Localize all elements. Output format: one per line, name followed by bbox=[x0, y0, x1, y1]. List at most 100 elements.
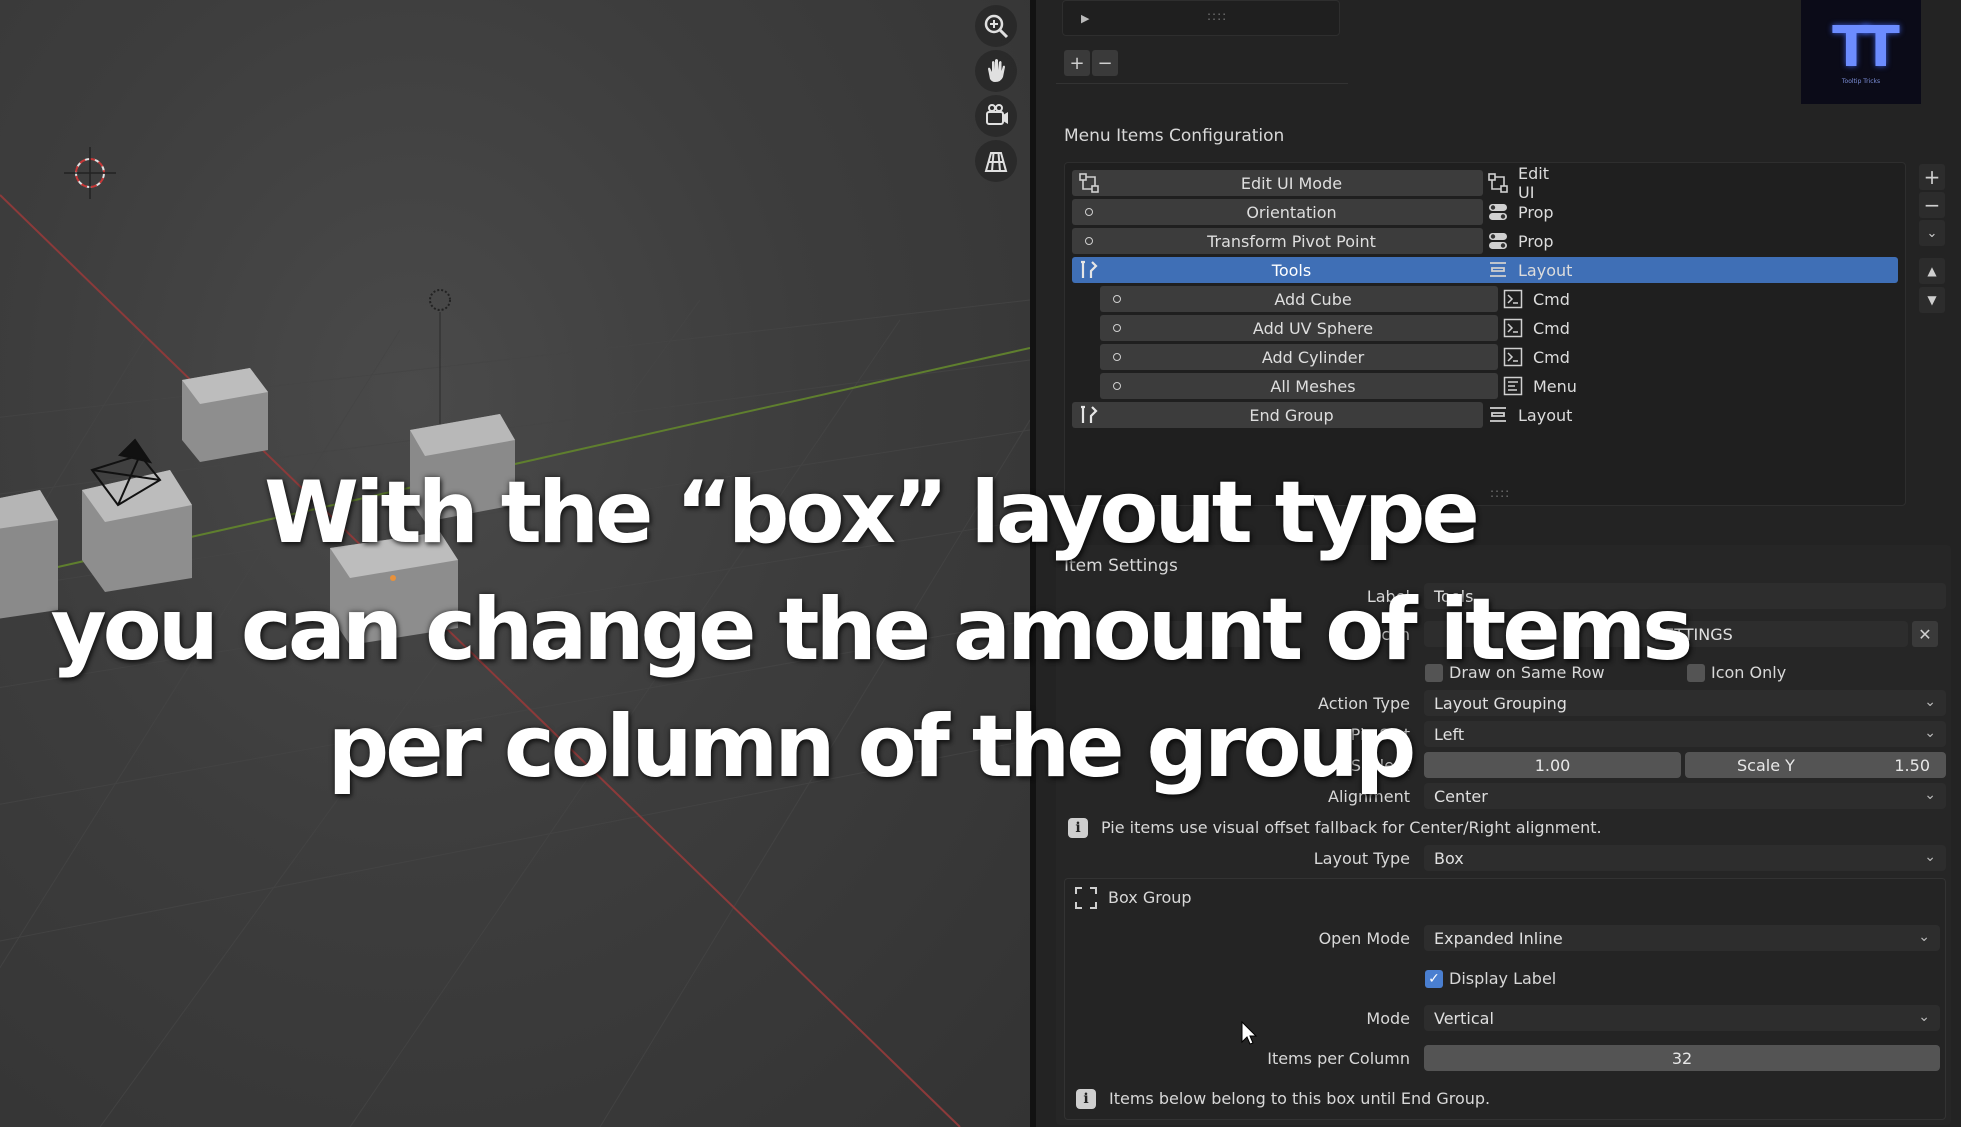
caption-line-1: With the “box” layout type bbox=[264, 463, 1480, 563]
menu-config-title: Menu Items Configuration bbox=[1064, 126, 1285, 146]
tools-icon bbox=[1075, 402, 1103, 428]
logo-subtitle: Tooltip Tricks bbox=[1841, 77, 1881, 85]
menu-item-name[interactable]: Transform Pivot Point bbox=[1072, 228, 1483, 254]
layout-type-dropdown[interactable]: Box ⌄ bbox=[1424, 845, 1946, 871]
menu-item-name[interactable]: Tools bbox=[1072, 257, 1483, 283]
menu-item-name[interactable]: Add Cube bbox=[1100, 286, 1498, 312]
logo-text: TT bbox=[1832, 14, 1900, 80]
layout-icon bbox=[1488, 260, 1518, 280]
radio-dot-icon bbox=[1103, 373, 1131, 399]
menu-item-type-label: Prop bbox=[1518, 202, 1554, 222]
items-per-column-label: Items per Column bbox=[1267, 1049, 1410, 1068]
radio-dot-icon bbox=[1103, 344, 1131, 370]
mode-value: Vertical bbox=[1434, 1008, 1494, 1028]
resize-grip-icon[interactable]: :::: bbox=[1207, 9, 1227, 23]
menu-item-name[interactable]: All Meshes bbox=[1100, 373, 1498, 399]
3d-cursor-icon bbox=[64, 147, 116, 199]
info-icon: i bbox=[1076, 1089, 1096, 1109]
layout-icon bbox=[1488, 405, 1518, 425]
menu-item-type: Layout bbox=[1488, 257, 1572, 283]
video-caption: With the “box” layout type you can chang… bbox=[0, 455, 1740, 806]
chevron-down-icon: ⌄ bbox=[1918, 929, 1930, 945]
clear-icon[interactable]: ✕ bbox=[1912, 621, 1938, 647]
divider bbox=[1056, 83, 1348, 84]
mode-dropdown[interactable]: Vertical ⌄ bbox=[1424, 1005, 1940, 1031]
zoom-icon[interactable] bbox=[975, 5, 1017, 47]
menu-item-name[interactable]: Add Cylinder bbox=[1100, 344, 1498, 370]
top-ui-list[interactable]: ▶ :::: bbox=[1062, 0, 1340, 36]
box-group-title: Box Group bbox=[1108, 888, 1192, 907]
menu-item-type: Prop bbox=[1488, 199, 1554, 225]
menu-item-type: Cmd bbox=[1503, 344, 1570, 370]
chevron-down-icon: ⌄ bbox=[1924, 694, 1936, 710]
chevron-down-icon: ⌄ bbox=[1924, 725, 1936, 741]
console-icon bbox=[1503, 289, 1533, 309]
radio-dot-icon bbox=[1103, 286, 1131, 312]
channel-logo: TT Tooltip Tricks bbox=[1801, 0, 1921, 104]
tree-icon bbox=[1488, 173, 1518, 193]
cube-1 bbox=[182, 368, 268, 462]
display-label-text: Display Label bbox=[1449, 969, 1557, 988]
console-icon bbox=[1503, 318, 1533, 338]
chevron-down-icon: ⌄ bbox=[1918, 1009, 1930, 1025]
radio-dot-icon bbox=[1075, 199, 1103, 225]
menu-item-name[interactable]: Add UV Sphere bbox=[1100, 315, 1498, 341]
menu-item-type: Cmd bbox=[1503, 286, 1570, 312]
menu-item-type: Prop bbox=[1488, 228, 1554, 254]
pie-info-text: Pie items use visual offset fallback for… bbox=[1101, 818, 1602, 837]
add-item-button[interactable]: + bbox=[1919, 164, 1945, 190]
pan-hand-icon[interactable] bbox=[975, 50, 1017, 92]
layout-type-label: Layout Type bbox=[1313, 849, 1410, 868]
caption-line-2: you can change the amount of items bbox=[50, 580, 1694, 680]
toggle-icon bbox=[1488, 231, 1518, 251]
menu-item-type: Menu bbox=[1503, 373, 1577, 399]
menu-item-type: Layout bbox=[1488, 402, 1572, 428]
chevron-down-icon: ⌄ bbox=[1924, 787, 1936, 803]
mode-label: Mode bbox=[1366, 1009, 1410, 1028]
open-mode-dropdown[interactable]: Expanded Inline ⌄ bbox=[1424, 925, 1940, 951]
menu-item-type-label: Layout bbox=[1518, 260, 1573, 280]
menu-item-type: Cmd bbox=[1503, 315, 1570, 341]
box-group-icon bbox=[1075, 887, 1097, 909]
menu-item-type-label: Prop bbox=[1518, 231, 1554, 251]
display-label-checkbox[interactable]: ✓ bbox=[1425, 970, 1443, 988]
menu-item-name[interactable]: Orientation bbox=[1072, 199, 1483, 225]
open-mode-label: Open Mode bbox=[1318, 929, 1410, 948]
menu-item-type-label: Menu bbox=[1533, 376, 1577, 396]
tree-icon bbox=[1075, 170, 1103, 196]
toggle-icon bbox=[1488, 202, 1518, 222]
menu-item-name[interactable]: End Group bbox=[1072, 402, 1483, 428]
open-mode-value: Expanded Inline bbox=[1434, 928, 1563, 948]
radio-dot-icon bbox=[1075, 228, 1103, 254]
box-group-panel bbox=[1064, 878, 1946, 1120]
move-up-button[interactable]: ▲ bbox=[1919, 258, 1945, 284]
tools-icon bbox=[1075, 257, 1103, 283]
remove-item-button[interactable]: − bbox=[1919, 192, 1945, 218]
caption-line-3: per column of the group bbox=[327, 697, 1417, 797]
scale-y-value: 1.50 bbox=[1894, 755, 1930, 775]
info-icon: i bbox=[1068, 818, 1088, 838]
add-list-item-button[interactable]: + bbox=[1064, 50, 1090, 76]
radio-dot-icon bbox=[1103, 315, 1131, 341]
menu-item-type-label: Edit UI bbox=[1518, 164, 1549, 202]
items-per-column-field[interactable]: 32 bbox=[1424, 1045, 1940, 1071]
grid-view-icon[interactable] bbox=[975, 140, 1017, 182]
expand-arrow-icon[interactable]: ▶ bbox=[1081, 12, 1089, 25]
box-info-text: Items below belong to this box until End… bbox=[1109, 1089, 1491, 1108]
remove-list-item-button[interactable]: − bbox=[1092, 50, 1118, 76]
menu-item-type-label: Layout bbox=[1518, 405, 1573, 425]
menu-item-type: Edit UI bbox=[1488, 164, 1549, 202]
mouse-cursor-icon bbox=[1241, 1020, 1258, 1045]
menu-item-name[interactable]: Edit UI Mode bbox=[1072, 170, 1483, 196]
camera-icon[interactable] bbox=[975, 95, 1017, 137]
menu-icon bbox=[1503, 376, 1533, 396]
scale-y-label: Scale Y bbox=[1737, 755, 1795, 775]
console-icon bbox=[1503, 347, 1533, 367]
chevron-down-icon: ⌄ bbox=[1924, 849, 1936, 865]
menu-item-type-label: Cmd bbox=[1533, 347, 1570, 367]
move-down-button[interactable]: ▼ bbox=[1919, 287, 1945, 313]
layout-type-value: Box bbox=[1434, 848, 1464, 868]
menu-item-type-label: Cmd bbox=[1533, 318, 1570, 338]
list-menu-chevron-icon[interactable]: ⌄ bbox=[1919, 220, 1945, 246]
menu-item-type-label: Cmd bbox=[1533, 289, 1570, 309]
